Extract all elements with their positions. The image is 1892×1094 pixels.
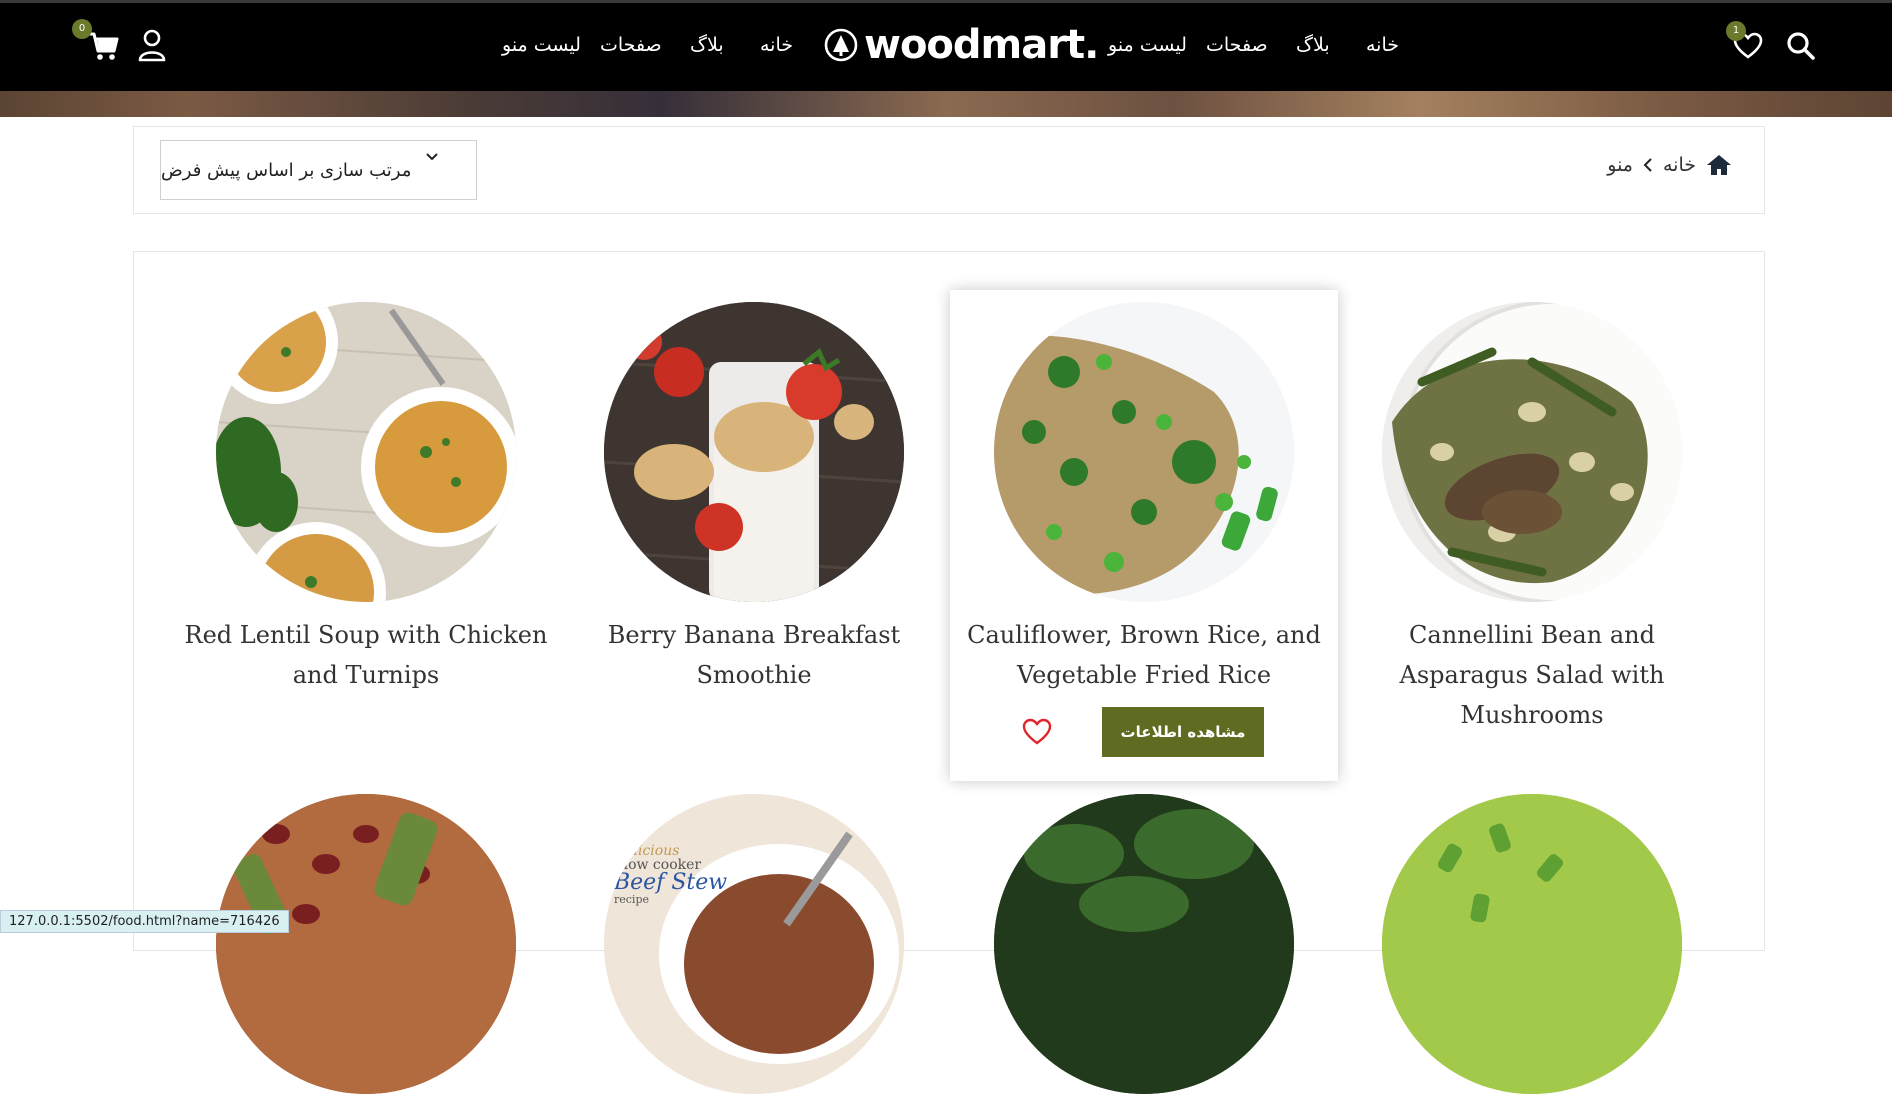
wishlist-button[interactable]: 1 bbox=[1726, 21, 1763, 60]
chevron-left-icon bbox=[1643, 158, 1652, 172]
chevron-down-icon bbox=[426, 153, 438, 161]
account-button[interactable] bbox=[138, 28, 166, 62]
wishlist-count-badge: 1 bbox=[1726, 21, 1746, 41]
product-image-beef-stew[interactable]: Delicious Slow cooker Beef Stew recipe bbox=[604, 794, 904, 1094]
product-image-fried-rice[interactable] bbox=[994, 302, 1294, 602]
nav-home[interactable]: خانه bbox=[760, 34, 793, 56]
nav-blog[interactable]: بلاگ bbox=[690, 34, 724, 56]
product-image-pea-soup[interactable] bbox=[1382, 794, 1682, 1094]
view-details-button[interactable]: مشاهده اطلاعات bbox=[1102, 707, 1264, 757]
product-card: Cannellini Bean and Asparagus Salad with… bbox=[1338, 290, 1726, 729]
cart-icon bbox=[88, 32, 119, 60]
site-header: 0 لیست منو صفحات بلاگ خانه woodmart. لیس… bbox=[0, 0, 1892, 91]
nav-blog-2[interactable]: بلاگ bbox=[1296, 34, 1330, 56]
nav-home-2[interactable]: خانه bbox=[1366, 34, 1399, 56]
product-image-smoothie[interactable] bbox=[604, 302, 904, 602]
product-card: Red Lentil Soup with Chicken and Turnips bbox=[172, 290, 560, 710]
logo-text: woodmart. bbox=[864, 22, 1099, 68]
product-card-hovered[interactable]: Cauliflower, Brown Rice, and Vegetable F… bbox=[950, 290, 1338, 781]
nav-menu-list[interactable]: لیست منو bbox=[502, 34, 581, 56]
shop-toolbar: مرتب سازی بر اساس پیش فرض خانه منو bbox=[133, 126, 1765, 214]
status-bar-url: 127.0.0.1:5502/food.html?name=716426 bbox=[0, 910, 289, 933]
product-image-greens[interactable] bbox=[994, 794, 1294, 1094]
add-to-wishlist-button[interactable] bbox=[1022, 718, 1052, 746]
site-logo[interactable]: woodmart. bbox=[824, 22, 1099, 68]
product-title[interactable]: Cannellini Bean and Asparagus Salad with… bbox=[1347, 615, 1717, 735]
heart-outline-icon bbox=[1022, 718, 1052, 745]
breadcrumb-home[interactable]: خانه bbox=[1663, 154, 1696, 176]
cart-button[interactable]: 0 bbox=[72, 19, 120, 63]
home-icon[interactable] bbox=[1706, 153, 1732, 177]
nav-pages[interactable]: صفحات bbox=[600, 34, 662, 56]
product-image-lentil-soup[interactable] bbox=[216, 302, 516, 602]
breadcrumb-current: منو bbox=[1607, 154, 1633, 176]
product-title[interactable]: Berry Banana Breakfast Smoothie bbox=[569, 615, 939, 695]
product-image-bean-stew[interactable] bbox=[216, 794, 516, 1094]
overlay-recipe: recipe bbox=[614, 893, 649, 906]
logo-tree-icon bbox=[824, 28, 858, 62]
overlay-beef-stew: Beef Stew bbox=[614, 870, 728, 895]
beef-stew-overlay-text: Delicious Slow cooker Beef Stew recipe bbox=[614, 844, 727, 905]
user-icon bbox=[138, 29, 166, 62]
hero-banner bbox=[0, 91, 1892, 117]
nav-pages-2[interactable]: صفحات bbox=[1206, 34, 1268, 56]
product-title[interactable]: Red Lentil Soup with Chicken and Turnips bbox=[181, 615, 551, 695]
cart-count-badge: 0 bbox=[72, 19, 92, 39]
product-card: Berry Banana Breakfast Smoothie bbox=[560, 290, 948, 710]
search-icon bbox=[1787, 32, 1815, 60]
product-image-bean-salad[interactable] bbox=[1382, 302, 1682, 602]
overlay-delicious: Delicious bbox=[614, 843, 680, 859]
search-button[interactable] bbox=[1786, 31, 1816, 61]
sort-label: مرتب سازی بر اساس پیش فرض bbox=[161, 159, 412, 181]
breadcrumb: خانه منو bbox=[1607, 153, 1732, 177]
nav-menu-list-2[interactable]: لیست منو bbox=[1108, 34, 1187, 56]
product-title[interactable]: Cauliflower, Brown Rice, and Vegetable F… bbox=[959, 615, 1329, 695]
